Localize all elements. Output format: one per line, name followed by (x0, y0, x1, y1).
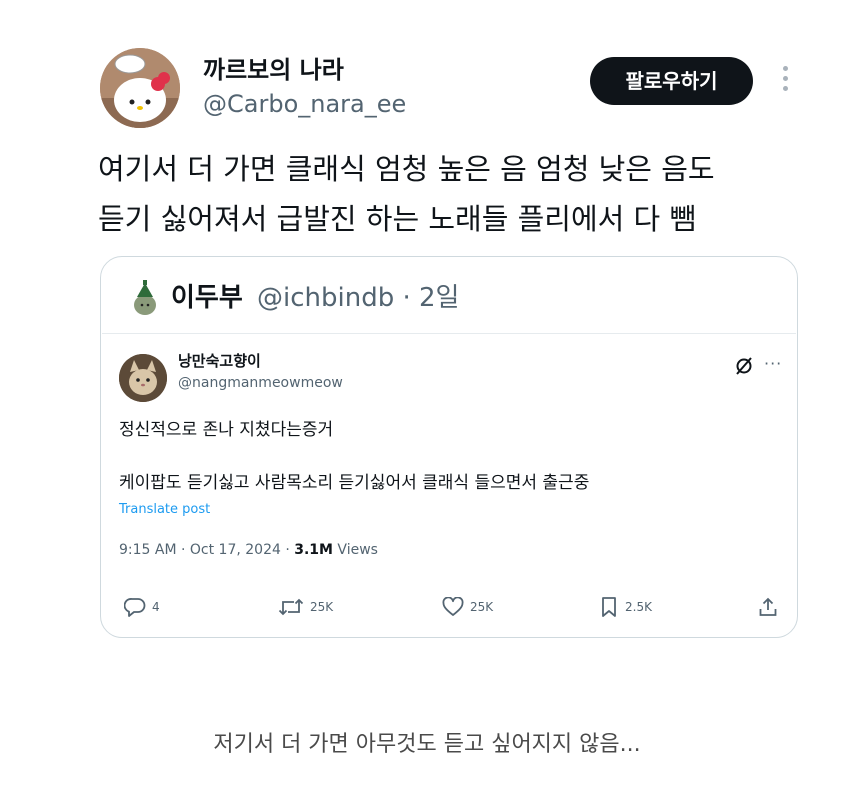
inner-avatar[interactable] (119, 354, 167, 402)
bookmark-icon (602, 597, 616, 617)
repost-count: 25K (310, 600, 334, 614)
grok-icon[interactable] (734, 356, 754, 376)
quote-author-name[interactable]: 이두부 (171, 281, 243, 315)
post-actions: 4 25K 25K 2.5K (102, 592, 796, 622)
author-handle[interactable]: @Carbo_nara_ee (203, 88, 406, 120)
inner-author-handle[interactable]: @nangmanmeowmeow (178, 373, 343, 393)
like-count: 25K (470, 600, 494, 614)
share-icon (759, 597, 777, 616)
author-display-name[interactable]: 까르보의 나라 (203, 54, 344, 86)
more-vertical-icon[interactable] (776, 66, 794, 96)
inner-text-line-1: 정신적으로 존나 지쳤다는증거 (119, 420, 334, 440)
views-label: Views (332, 542, 378, 558)
views-count: 3.1M (294, 542, 333, 558)
post-timestamp: 9:15 AM · Oct 17, 2024 · 3.1M Views (119, 540, 378, 560)
repost-icon (278, 598, 304, 616)
reply-button[interactable]: 4 (124, 592, 160, 622)
bookmark-button[interactable]: 2.5K (599, 592, 652, 622)
more-horizontal-icon[interactable]: ··· (764, 354, 782, 374)
caption-text: 저기서 더 가면 아무것도 듣고 싶어지지 않음... (213, 732, 641, 757)
like-icon (442, 597, 464, 616)
tweet-text-line-2: 듣기 싫어져서 급발진 하는 노래들 플리에서 다 뺌 (98, 202, 697, 236)
translate-post-link[interactable]: Translate post (119, 501, 210, 519)
inner-post: 낭만숙고향이 @nangmanmeowmeow ··· 정신적으로 존나 지쳤다… (102, 333, 796, 637)
inner-text-line-2: 케이팝도 듣기싫고 사람목소리 듣기싫어서 클래식 들으면서 출근중 (119, 473, 590, 493)
quote-author-meta: @ichbindb · 2일 (257, 283, 460, 313)
bookmark-count: 2.5K (625, 600, 652, 614)
share-button[interactable] (758, 592, 784, 622)
inner-author-name[interactable]: 낭만숙고향이 (178, 351, 261, 371)
reply-count: 4 (152, 600, 160, 614)
repost-button[interactable]: 25K (278, 592, 333, 622)
author-avatar[interactable] (100, 48, 180, 128)
quote-card[interactable]: 이두부 @ichbindb · 2일 낭만숙고향이 @nangmanmeowme… (100, 256, 798, 638)
follow-button[interactable]: 팔로우하기 (590, 57, 753, 105)
like-button[interactable]: 25K (442, 592, 493, 622)
reply-icon (124, 598, 146, 617)
tweet-text: 여기서 더 가면 클래식 엄청 높은 음 엄청 낮은 음도 듣기 싫어져서 급발… (98, 144, 798, 244)
tweet-text-line-1: 여기서 더 가면 클래식 엄청 높은 음 엄청 낮은 음도 (98, 152, 715, 186)
timestamp-text: 9:15 AM · Oct 17, 2024 · (119, 542, 295, 558)
quote-avatar[interactable] (131, 279, 159, 317)
